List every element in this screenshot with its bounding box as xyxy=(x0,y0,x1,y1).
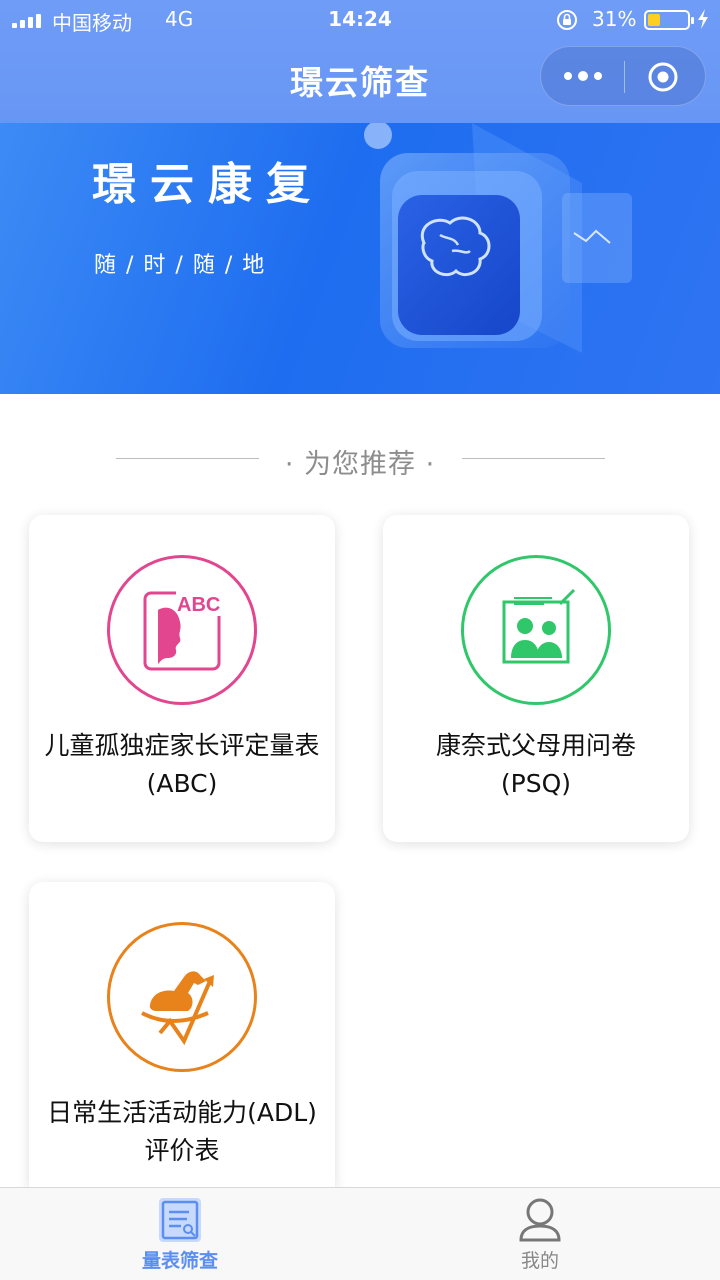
rotation-lock-icon xyxy=(557,10,577,30)
tab-my[interactable]: 我的 xyxy=(360,1188,720,1280)
battery-percent: 31% xyxy=(592,7,637,31)
tab-label: 我的 xyxy=(520,1250,559,1272)
hero-banner[interactable]: 璟云康复 随/时/随/地 xyxy=(0,123,720,394)
banner-subtitle: 随/时/随/地 xyxy=(94,253,275,278)
user-profile-icon xyxy=(519,1198,561,1242)
bottom-tab-bar: 量表筛查 我的 xyxy=(0,1187,720,1280)
card-title-line1: 日常生活活动能力(ADL) xyxy=(47,1098,317,1127)
scale-document-icon xyxy=(159,1198,201,1242)
parents-portrait-icon xyxy=(502,588,576,664)
card-icon-ring: ABC xyxy=(107,555,257,705)
card-title-line2: (PSQ) xyxy=(500,769,572,798)
status-bar: 中国移动 4G 14:24 31% xyxy=(0,0,720,40)
abc-face-icon: ABC xyxy=(143,590,222,671)
card-title-line2: (ABC) xyxy=(146,769,218,798)
banner-title: 璟云康复 xyxy=(92,159,324,210)
mini-program-capsule xyxy=(540,46,706,106)
capsule-divider xyxy=(624,61,625,93)
card-title: 康奈式父母用问卷 (PSQ) xyxy=(387,727,685,803)
more-dots-icon[interactable] xyxy=(563,69,603,83)
card-title-line1: 康奈式父母用问卷 xyxy=(435,731,636,760)
section-heading: · 为您推荐 · xyxy=(0,440,720,480)
scale-card-psq[interactable]: 康奈式父母用问卷 (PSQ) xyxy=(383,515,689,842)
abc-icon-text: ABC xyxy=(177,594,220,616)
tab-scale-screening[interactable]: 量表筛查 xyxy=(0,1188,360,1280)
heading-divider-right xyxy=(462,458,605,459)
top-bar: 中国移动 4G 14:24 31% 璟云筛查 xyxy=(0,0,720,123)
tab-label: 量表筛查 xyxy=(141,1250,218,1272)
scale-card-abc[interactable]: ABC 儿童孤独症家长评定量表 (ABC) xyxy=(29,515,335,842)
rocking-horse-icon xyxy=(141,971,214,1046)
card-icon-ring xyxy=(107,922,257,1072)
brain-device-illustration xyxy=(364,123,632,353)
scale-card-adl[interactable]: 日常生活活动能力(ADL) 评价表 xyxy=(29,882,335,1200)
card-icon-ring xyxy=(461,555,611,705)
card-title-line2: 评价表 xyxy=(144,1136,220,1165)
card-title-line1: 儿童孤独症家长评定量表 xyxy=(44,731,320,760)
battery-icon xyxy=(644,10,694,30)
charging-bolt-icon xyxy=(698,9,708,29)
card-title: 儿童孤独症家长评定量表 (ABC) xyxy=(33,727,331,803)
card-title: 日常生活活动能力(ADL) 评价表 xyxy=(33,1094,331,1170)
section-title: · 为您推荐 · xyxy=(284,449,436,480)
target-circle-icon[interactable] xyxy=(647,61,679,93)
